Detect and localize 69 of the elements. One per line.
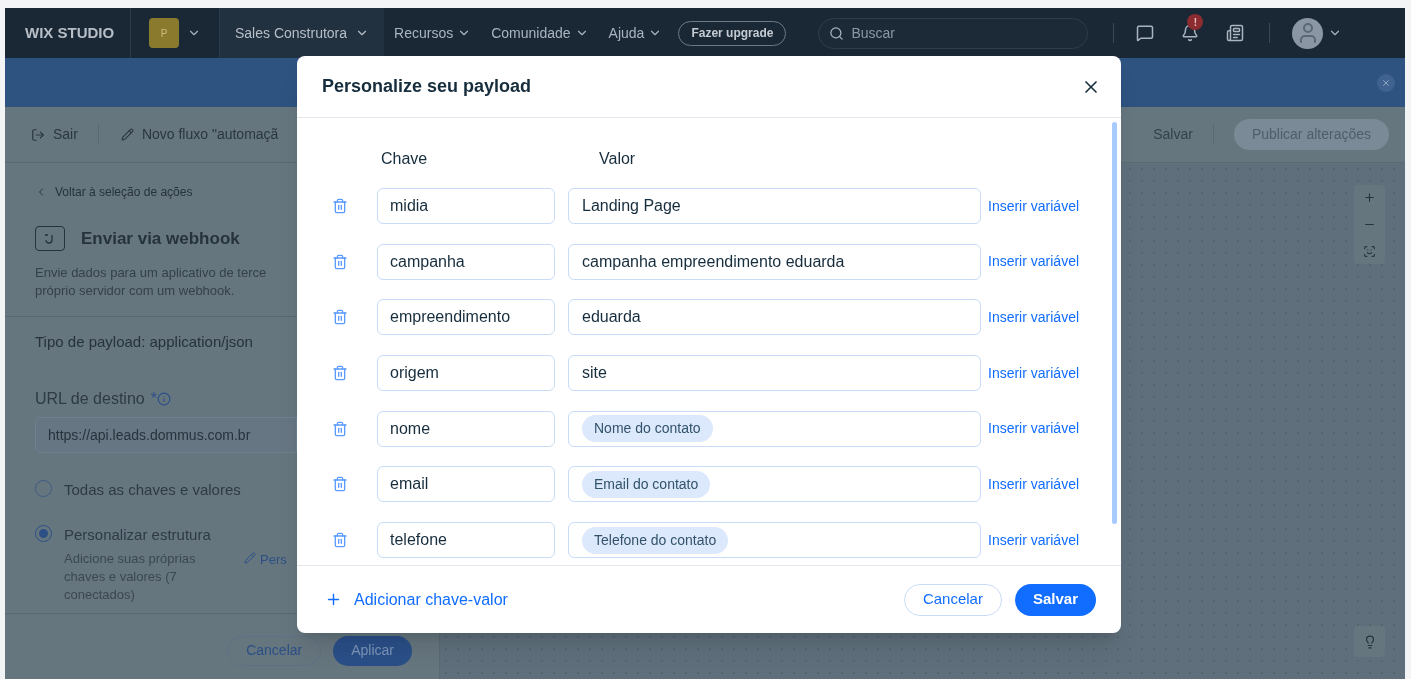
variable-tag: Email do contato	[582, 470, 711, 498]
value-field[interactable]: campanha empreendimento eduarda	[568, 243, 981, 280]
trash-icon[interactable]	[332, 198, 348, 214]
panel-title: Enviar via webhook	[81, 228, 240, 250]
variable-tag: Telefone do contato	[582, 526, 729, 554]
trash-icon[interactable]	[332, 253, 348, 270]
trash-icon[interactable]	[332, 420, 348, 437]
exit-icon	[31, 127, 45, 142]
dialog-title: Personalize seu payload	[322, 75, 532, 98]
news-icon[interactable]	[1226, 24, 1245, 42]
variable-tag: Nome do contato	[582, 415, 713, 443]
key-field[interactable]: telefone	[377, 522, 555, 559]
search-field[interactable]: Buscar	[818, 17, 1089, 49]
nav-menu[interactable]: Ajuda	[598, 22, 673, 44]
value-field[interactable]: eduarda	[568, 299, 981, 336]
site-menu[interactable]: Sales Construtora	[220, 8, 385, 58]
fit-view-icon[interactable]	[1363, 245, 1376, 258]
notifications-icon[interactable]	[1181, 24, 1200, 42]
key-field[interactable]: empreendimento	[377, 299, 555, 336]
insert-variable-link[interactable]: Inserir variável	[988, 251, 1080, 273]
apply-button[interactable]: Aplicar	[333, 635, 412, 666]
tips-button[interactable]	[1354, 626, 1385, 657]
option-label[interactable]: Todas as chaves e valores	[64, 479, 241, 502]
pencil-icon	[244, 552, 256, 564]
insert-variable-link[interactable]: Inserir variável	[988, 529, 1080, 551]
required-mark: *	[150, 389, 157, 409]
value-field[interactable]: Nome do contato	[568, 410, 981, 447]
column-header: Chave	[381, 149, 429, 169]
key-field[interactable]: campanha	[377, 243, 555, 280]
field-label: URL de destino	[35, 389, 145, 409]
plus-icon	[325, 591, 342, 608]
key-field[interactable]: email	[377, 466, 555, 503]
insert-variable-link[interactable]: Inserir variável	[988, 306, 1080, 328]
trash-icon[interactable]	[332, 309, 348, 326]
key-field[interactable]: nome	[377, 410, 555, 447]
close-glyph-icon	[1381, 77, 1391, 88]
insert-variable-link[interactable]: Inserir variável	[988, 195, 1080, 217]
flow-name[interactable]: Novo fluxo "automaçã	[98, 124, 279, 145]
key-field[interactable]: origem	[377, 355, 555, 392]
value-field[interactable]: Landing Page	[568, 188, 981, 224]
key-field[interactable]: midia	[377, 188, 555, 224]
value-field[interactable]: site	[568, 355, 981, 392]
option-label[interactable]: Personalizar estrutura	[64, 523, 287, 546]
chat-icon[interactable]	[1136, 24, 1155, 42]
nav-menu[interactable]: Comunidade	[481, 22, 599, 44]
trash-icon[interactable]	[332, 532, 348, 549]
value-field[interactable]: Telefone do contato	[568, 522, 981, 559]
trash-icon[interactable]	[332, 365, 348, 382]
pencil-icon	[120, 128, 134, 141]
exit-button[interactable]: Sair	[5, 124, 99, 145]
nav-menu[interactable]: Recursos	[384, 22, 482, 44]
webhook-icon	[35, 226, 65, 252]
info-icon[interactable]	[156, 392, 171, 406]
add-key-value-button[interactable]: Adicionar chave-valor	[325, 587, 508, 612]
scrollbar[interactable]	[1112, 122, 1117, 524]
value-field[interactable]: Email do contato	[568, 466, 981, 503]
column-header: Valor	[599, 149, 636, 169]
user-avatar[interactable]	[1292, 17, 1324, 49]
save-button[interactable]: Salvar	[1014, 583, 1096, 616]
logo[interactable]: WIX STUDIO	[5, 21, 130, 45]
url-field[interactable]: https://api.leads.dommus.com.br	[35, 417, 297, 453]
notification-badge: !	[1187, 14, 1204, 30]
insert-variable-link[interactable]: Inserir variável	[988, 418, 1080, 440]
trash-icon[interactable]	[332, 476, 348, 493]
search-icon	[829, 25, 845, 41]
insert-variable-link[interactable]: Inserir variável	[988, 473, 1080, 495]
zoom-in-icon[interactable]	[1363, 191, 1376, 204]
insert-variable-link[interactable]: Inserir variável	[988, 362, 1080, 384]
payload-type: Tipo de payload: application/json	[35, 331, 253, 352]
